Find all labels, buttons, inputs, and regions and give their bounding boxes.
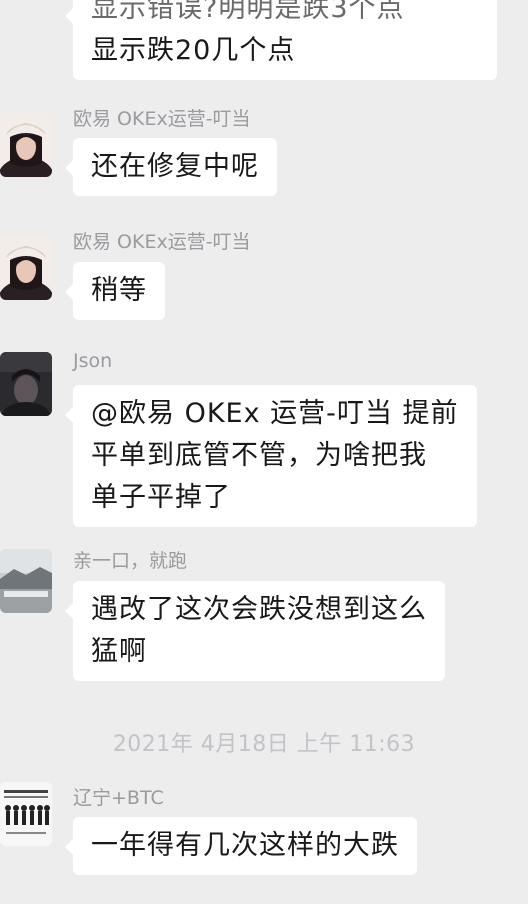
message-bubble[interactable]: 还在修复中呢 [65, 138, 277, 196]
message-line: 显示跌20几个点 [91, 35, 296, 66]
woman-portrait-avatar[interactable] [0, 236, 52, 300]
message-line: 遇改了这次会跌没想到这么 [91, 594, 427, 625]
sender-name: 欧易 OKEx运营-叮当 [73, 231, 251, 253]
sender-name: 亲一口，就跑 [73, 550, 188, 572]
message-bubble[interactable]: 稍等 [65, 262, 165, 320]
message-line: 一年得有几次这样的大跌 [91, 830, 399, 861]
message-line: 平单到底管不管，为啥把我 [91, 440, 427, 471]
chat-view[interactable]: 显示错误?明明是跌3个点 显示跌20几个点 欧易 OKEx运营-叮当 还在修复中… [0, 0, 528, 904]
message-line: 还在修复中呢 [91, 151, 259, 182]
woman-portrait-avatar[interactable] [0, 113, 52, 177]
message-line: 稍等 [91, 275, 147, 306]
message-line: 猛啊 [91, 636, 147, 667]
sender-name: Json [73, 350, 113, 372]
sender-name: 欧易 OKEx运营-叮当 [73, 108, 251, 130]
landscape-avatar[interactable] [0, 549, 52, 613]
dark-portrait-avatar[interactable] [0, 352, 52, 416]
message-bubble[interactable]: 一年得有几次这样的大跌 [65, 817, 417, 875]
chat-timestamp: 2021年 4月18日 上午 11:63 [112, 732, 416, 757]
message-bubble[interactable]: @欧易 OKEx 运营-叮当 提前 平单到底管不管，为啥把我 单子平掉了 [65, 385, 477, 527]
message-bubble[interactable]: 遇改了这次会跌没想到这么 猛啊 [65, 581, 445, 681]
sender-name: 辽宁+BTC [73, 787, 164, 809]
message-bubble[interactable]: 显示错误?明明是跌3个点 显示跌20几个点 [65, 0, 497, 80]
group-figures-avatar[interactable] [0, 782, 52, 846]
message-line: @欧易 OKEx 运营-叮当 提前 [91, 398, 459, 429]
message-line: 显示错误?明明是跌3个点 [91, 0, 405, 24]
message-line: 单子平掉了 [91, 482, 231, 513]
